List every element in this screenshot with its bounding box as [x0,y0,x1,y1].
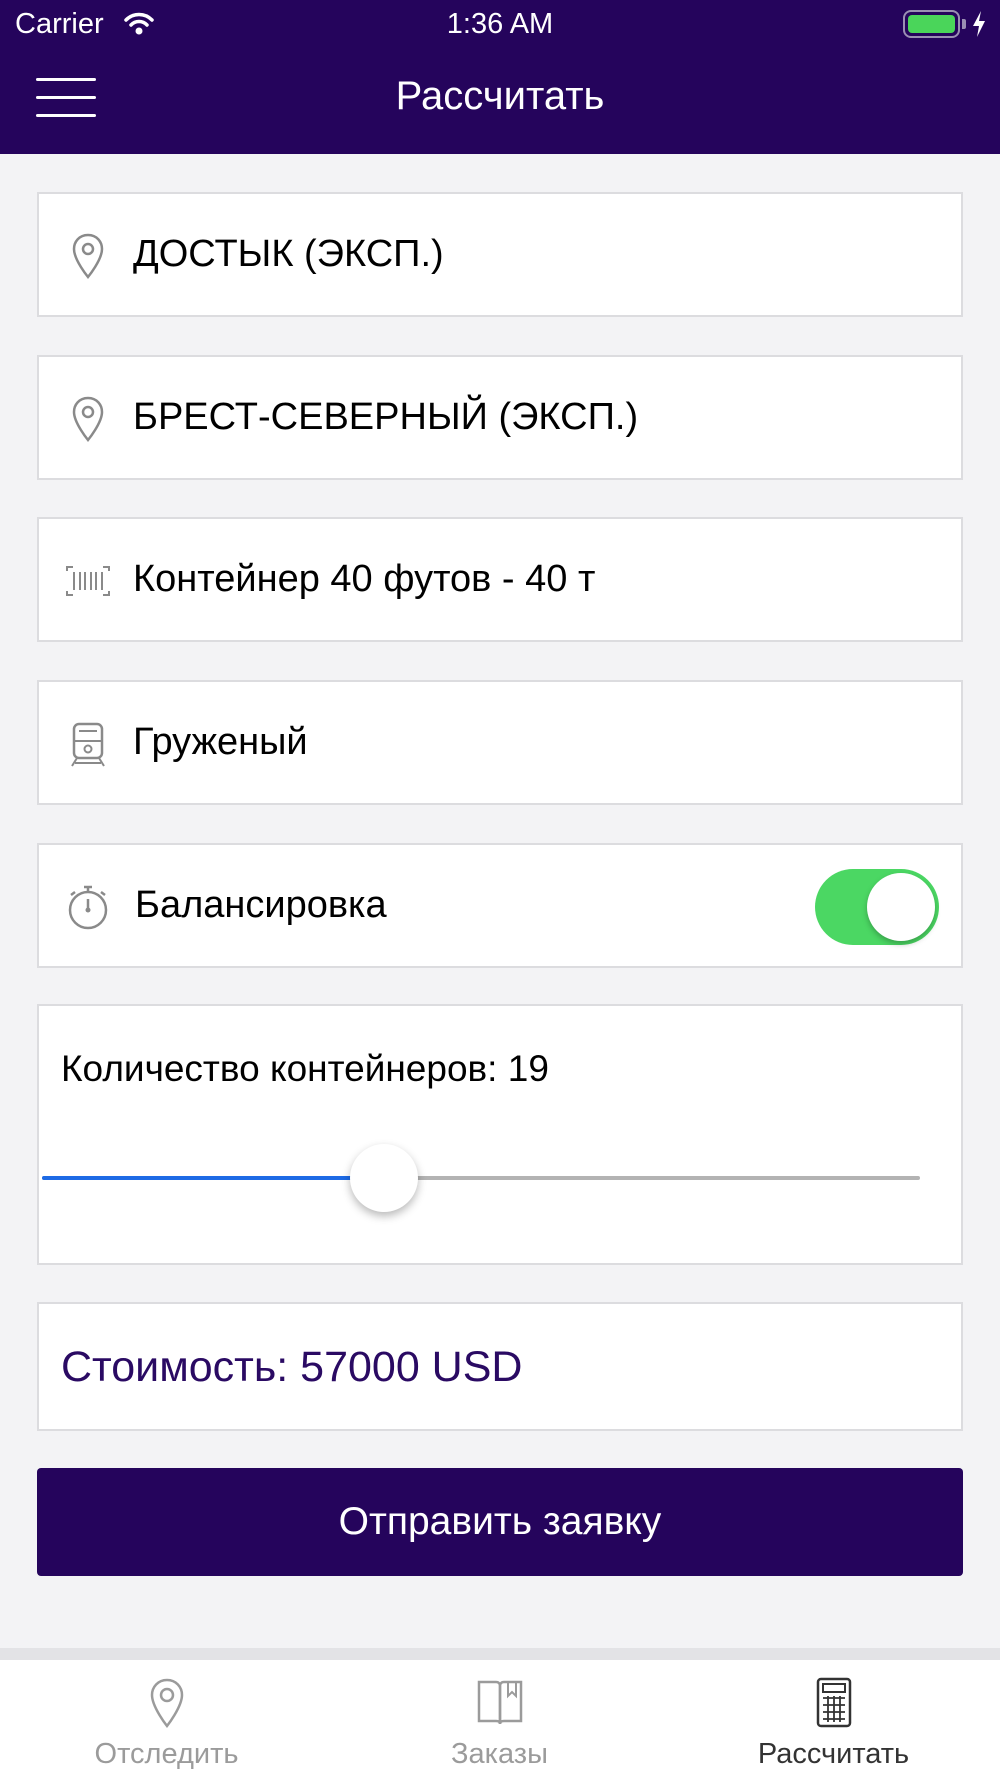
tab-track[interactable]: Отследить [0,1660,333,1778]
slider-fill [42,1176,385,1180]
top-bar: Carrier 1:36 AM Рассчитать [0,0,1000,154]
barcode-icon [66,566,110,596]
balancing-label: Балансировка [135,884,387,926]
balancing-toggle[interactable] [815,869,939,945]
tab-orders[interactable]: Заказы [333,1660,666,1778]
charging-bolt-icon [973,11,985,37]
load-state-field[interactable]: Груженый [37,680,963,805]
container-quantity-label: Количество контейнеров: 19 [61,1048,549,1089]
map-pin-icon [72,233,104,279]
load-state-value: Груженый [133,721,308,763]
cost-value: Стоимость: 57000 USD [61,1343,523,1391]
battery-icon [903,10,960,38]
toggle-knob [867,873,935,941]
status-bar: Carrier 1:36 AM [0,0,1000,50]
container-quantity-slider[interactable] [42,1144,920,1230]
battery-tip [962,19,966,29]
map-pin-icon [150,1678,183,1729]
tab-label: Заказы [451,1738,548,1770]
balancing-row: Балансировка [37,843,963,968]
tabbar-divider [0,1648,1000,1660]
tab-label: Отследить [94,1738,239,1770]
slider-thumb[interactable] [350,1144,419,1212]
tab-calculate[interactable]: Рассчитать [667,1660,1000,1778]
map-pin-icon [72,396,104,442]
cost-card: Стоимость: 57000 USD [37,1302,963,1431]
train-icon [71,722,105,767]
destination-station-field[interactable]: БРЕСТ-СЕВЕРНЫЙ (ЭКСП.) [37,355,963,480]
book-icon [477,1680,522,1725]
stopwatch-icon [68,885,108,930]
container-type-value: Контейнер 40 футов - 40 т [133,558,596,600]
destination-station-value: БРЕСТ-СЕВЕРНЫЙ (ЭКСП.) [133,396,639,438]
origin-station-value: ДОСТЫК (ЭКСП.) [133,233,444,275]
status-time: 1:36 AM [446,8,554,40]
container-type-field[interactable]: Контейнер 40 футов - 40 т [37,517,963,642]
submit-request-button[interactable]: Отправить заявку [37,1468,963,1576]
tab-bar: Отследить Заказы Рассчитать [0,1660,1000,1778]
tab-label: Рассчитать [757,1738,910,1770]
calculator-icon [816,1677,851,1728]
origin-station-field[interactable]: ДОСТЫК (ЭКСП.) [37,192,963,317]
page-title: Рассчитать [395,74,605,118]
